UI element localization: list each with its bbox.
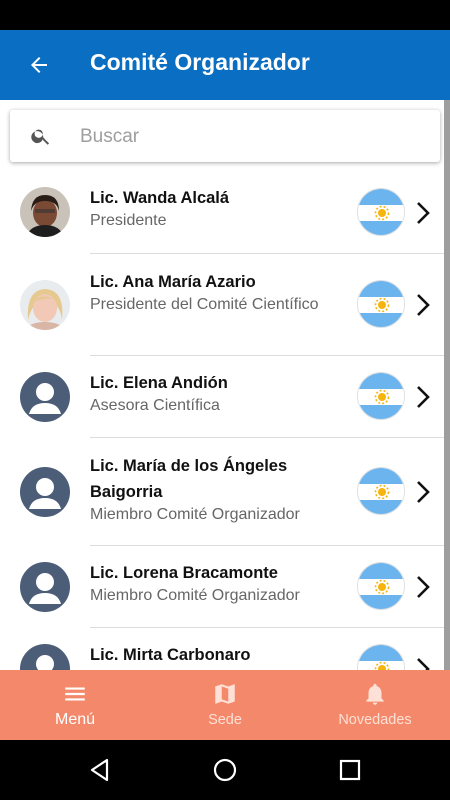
member-role: Miembro Comité Organizador [90, 587, 300, 604]
list-item-text: Lic. Lorena Bracamonte Miembro Comité Or… [90, 560, 350, 606]
menu-icon [65, 687, 85, 701]
member-name: Lic. Wanda Alcalá [90, 189, 230, 207]
list-item[interactable]: Lic. Elena Andión Asesora Científica [0, 356, 444, 438]
back-button[interactable] [24, 50, 54, 80]
argentina-flag-icon [357, 188, 405, 236]
list-item-text: Lic. Elena Andión Asesora Científica [90, 370, 350, 416]
scrollbar[interactable] [444, 100, 450, 670]
chevron-right-icon [417, 576, 430, 598]
nav-item-sede[interactable]: Sede [150, 670, 300, 740]
argentina-flag-icon [357, 280, 405, 328]
search-bar [10, 110, 440, 162]
member-role: Presidente [90, 212, 167, 229]
member-name: Lic. Lorena Bracamonte [90, 564, 278, 582]
member-role: Miembro Comité Organizador [90, 506, 300, 523]
search-icon [31, 129, 50, 145]
avatar [20, 644, 70, 670]
list-item-text: Lic. Wanda Alcalá Presidente [90, 185, 350, 231]
bell-icon [366, 683, 384, 705]
app-bar: Comité Organizador [0, 30, 450, 100]
list-item[interactable]: Lic. Lorena Bracamonte Miembro Comité Or… [0, 546, 444, 628]
nav-label: Sede [208, 712, 242, 728]
chevron-right-icon [417, 481, 430, 503]
nav-label: Novedades [338, 712, 412, 728]
member-name: Lic. Mirta Carbonaro [90, 646, 251, 664]
chevron-right-icon [417, 386, 430, 408]
back-triangle-icon[interactable] [87, 757, 113, 783]
argentina-flag-icon [357, 562, 405, 610]
member-name: Lic. Elena Andión [90, 374, 228, 392]
nav-item-menu[interactable]: Menú [0, 670, 150, 740]
member-role: Asesora Científica [90, 397, 220, 414]
arrow-left-icon [31, 57, 47, 73]
member-name: Lic. Ana María Azario [90, 273, 256, 291]
argentina-flag-icon [357, 372, 405, 420]
chevron-right-icon [417, 658, 430, 670]
avatar [20, 187, 70, 237]
list-item-text: Lic. Mirta Carbonaro [90, 642, 350, 668]
chevron-right-icon [417, 202, 430, 224]
system-navigation-bar [0, 740, 450, 800]
avatar [20, 372, 70, 422]
avatar [20, 467, 70, 517]
page-title: Comité Organizador [90, 49, 310, 75]
list-item[interactable]: Lic. Ana María Azario Presidente del Com… [0, 254, 444, 356]
member-list: Lic. Wanda Alcalá Presidente Lic. Ana Ma… [0, 172, 444, 670]
member-name: Lic. María de los Ángeles Baigorria [90, 457, 288, 501]
content-area: Lic. Wanda Alcalá Presidente Lic. A [0, 100, 450, 670]
chevron-right-icon [417, 294, 430, 316]
argentina-flag-icon [357, 467, 405, 515]
list-item[interactable]: Lic. María de los Ángeles Baigorria Miem… [0, 438, 444, 546]
map-icon [215, 684, 235, 704]
avatar [20, 562, 70, 612]
status-bar [0, 0, 450, 30]
search-input[interactable] [78, 118, 422, 156]
list-item-text: Lic. Ana María Azario Presidente del Com… [90, 269, 350, 315]
list-item[interactable]: Lic. Mirta Carbonaro [0, 628, 444, 670]
avatar [20, 280, 70, 330]
nav-label: Menú [54, 711, 96, 728]
list-item-text: Lic. María de los Ángeles Baigorria Miem… [90, 453, 350, 525]
list-item[interactable]: Lic. Wanda Alcalá Presidente [0, 172, 444, 254]
bottom-navigation: Menú Sede Novedades [0, 670, 450, 740]
member-role: Presidente del Comité Científico [90, 296, 319, 313]
argentina-flag-icon [357, 644, 405, 670]
nav-item-novedades[interactable]: Novedades [300, 670, 450, 740]
home-circle-icon[interactable] [212, 757, 238, 783]
recents-square-icon[interactable] [337, 757, 363, 783]
